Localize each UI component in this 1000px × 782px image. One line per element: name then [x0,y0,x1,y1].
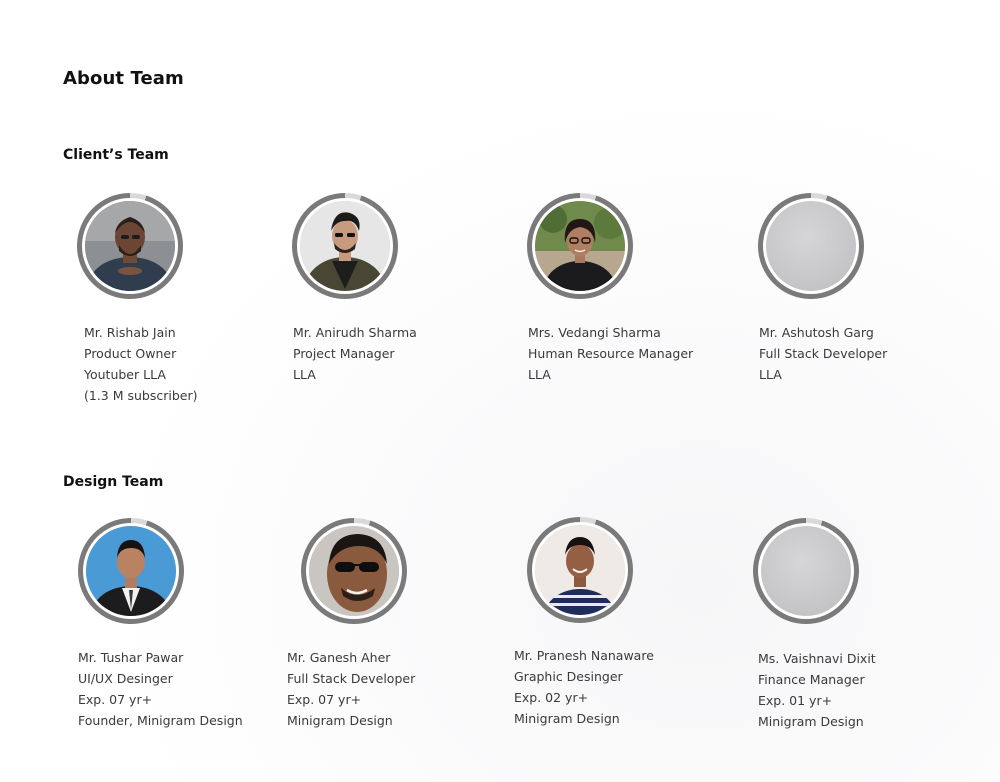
member-name: Mr. Pranesh Nanaware [514,648,654,663]
member-detail: Minigram Design [287,713,393,728]
member-info: Mr. Ganesh Aher Full Stack Developer Exp… [287,647,415,731]
section-title-design-team: Design Team [63,474,164,490]
member-info: Ms. Vaishnavi Dixit Finance Manager Exp.… [758,648,876,732]
avatar[interactable] [78,518,184,624]
member-info: Mr. Tushar Pawar UI/UX Desinger Exp. 07 … [78,647,243,731]
member-role: Full Stack Developer [759,346,888,361]
member-name: Ms. Vaishnavi Dixit [758,651,876,666]
avatar[interactable] [753,518,859,624]
member-name: Mr. Ganesh Aher [287,650,391,665]
member-detail: Youtuber LLA [84,367,166,382]
avatar[interactable] [292,193,398,299]
member-detail: LLA [293,367,316,382]
section-title-clients-team: Client’s Team [63,147,169,163]
member-detail: (1.3 M subscriber) [84,388,198,403]
photo-man-suit-blue-bg [86,526,176,616]
member-detail: Minigram Design [758,714,864,729]
member-info: Mrs. Vedangi Sharma Human Resource Manag… [528,322,693,385]
member-name: Mr. Ashutosh Garg [759,325,874,340]
member-info: Mr. Rishab Jain Product Owner Youtuber L… [84,322,198,406]
avatar[interactable] [527,193,633,299]
member-detail: Exp. 07 yr+ [287,692,362,707]
member-detail: Exp. 01 yr+ [758,693,833,708]
member-role: Full Stack Developer [287,671,416,686]
member-role: Project Manager [293,346,395,361]
member-role: UI/UX Desinger [78,671,173,686]
member-role: Graphic Desinger [514,669,623,684]
member-role: Finance Manager [758,672,865,687]
member-detail: Exp. 02 yr+ [514,690,589,705]
member-info: Mr. Pranesh Nanaware Graphic Desinger Ex… [514,645,654,729]
avatar[interactable] [758,193,864,299]
member-detail: Founder, Minigram Design [78,713,243,728]
avatar[interactable] [301,518,407,624]
avatar-placeholder [761,526,851,616]
avatar[interactable] [527,517,633,623]
member-detail: LLA [528,367,551,382]
photo-man-beard-blue-shirt [85,201,175,291]
member-role: Human Resource Manager [528,346,694,361]
avatar-placeholder [766,201,856,291]
member-info: Mr. Ashutosh Garg Full Stack Developer L… [759,322,887,385]
photo-man-jacket-glasses [300,201,390,291]
member-detail: Exp. 07 yr+ [78,692,153,707]
avatar[interactable] [77,193,183,299]
member-name: Mr. Anirudh Sharma [293,325,417,340]
photo-woman-glasses-outdoors [535,201,625,291]
member-role: Product Owner [84,346,177,361]
member-detail: Minigram Design [514,711,620,726]
photo-man-sunglasses [309,526,399,616]
member-name: Mr. Tushar Pawar [78,650,184,665]
member-name: Mrs. Vedangi Sharma [528,325,661,340]
member-detail: LLA [759,367,782,382]
member-info: Mr. Anirudh Sharma Project Manager LLA [293,322,417,385]
photo-boy-striped-shirt [535,525,625,615]
page-title: About Team [63,68,184,89]
member-name: Mr. Rishab Jain [84,325,176,340]
